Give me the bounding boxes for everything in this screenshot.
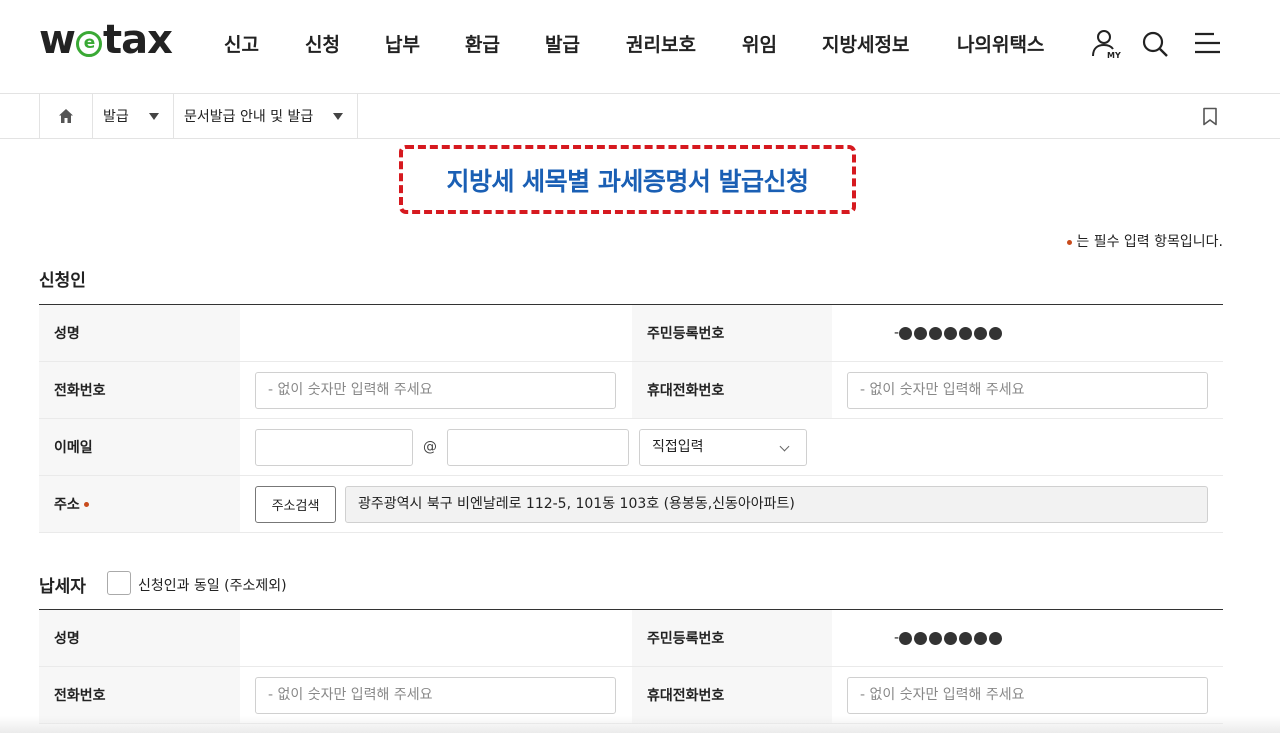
nav-item-report[interactable]: 신고 [224, 30, 259, 57]
phone-field[interactable]: - 없이 숫자만 입력해 주세요 [255, 677, 616, 714]
masked-dots [899, 326, 1003, 340]
mobile-field[interactable]: - 없이 숫자만 입력해 주세요 [847, 677, 1208, 714]
menu-icon[interactable] [1192, 28, 1224, 60]
nav-item-issue[interactable]: 발급 [545, 30, 580, 57]
email-at-sign: @ [423, 439, 437, 455]
mobile-label: 휴대전화번호 [632, 667, 832, 723]
breadcrumb-issue[interactable]: 발급 [93, 94, 174, 138]
name-value [240, 305, 632, 361]
applicant-row-name: 성명 주민등록번호 - [39, 305, 1223, 362]
required-note-text: 는 필수 입력 항목입니다. [1076, 234, 1223, 250]
required-note: 는 필수 입력 항목입니다. [1067, 231, 1223, 251]
breadcrumb-label: 문서발급 안내 및 발급 [184, 109, 314, 125]
address-label: 주소 [54, 497, 80, 513]
rrn-label: 주민등록번호 [632, 305, 832, 361]
applicant-form: 성명 주민등록번호 - 전화번호 - 없이 숫자만 입력해 주세요 휴대전화번호… [39, 304, 1223, 533]
name-label: 성명 [39, 305, 240, 361]
search-icon[interactable] [1139, 28, 1171, 60]
phone-field[interactable]: - 없이 숫자만 입력해 주세요 [255, 372, 616, 409]
email-domain-field[interactable] [447, 429, 629, 466]
name-value [240, 610, 632, 666]
address-search-button[interactable]: 주소검색 [255, 486, 336, 523]
nav-item-refund[interactable]: 환급 [465, 30, 500, 57]
mobile-field[interactable]: - 없이 숫자만 입력해 주세요 [847, 372, 1208, 409]
email-label: 이메일 [39, 419, 240, 475]
chevron-down-icon [779, 441, 790, 452]
required-dot-icon [83, 501, 89, 507]
page-title-box: 지방세 세목별 과세증명서 발급신청 [399, 145, 856, 214]
name-label: 성명 [39, 610, 240, 666]
same-as-applicant-checkbox[interactable] [107, 571, 131, 595]
masked-dots [899, 631, 1003, 645]
bottom-shadow [0, 716, 1280, 733]
dropdown-triangle-icon [333, 113, 343, 120]
applicant-row-phone: 전화번호 - 없이 숫자만 입력해 주세요 휴대전화번호 - 없이 숫자만 입력… [39, 362, 1223, 419]
phone-label: 전화번호 [39, 362, 240, 418]
applicant-section-title: 신청인 [39, 271, 86, 291]
phone-label: 전화번호 [39, 667, 240, 723]
address-field[interactable]: 광주광역시 북구 비엔날레로 112-5, 101동 103호 (용봉동,신동아… [345, 486, 1208, 523]
nav-item-rights[interactable]: 권리보호 [626, 30, 696, 57]
site-header: w e tax 신고 신청 납부 환급 발급 권리보호 위임 지방세정보 나의위택스… [0, 0, 1280, 94]
nav-item-local-tax-info[interactable]: 지방세정보 [822, 30, 909, 57]
address-label-cell: 주소 [39, 476, 240, 532]
nav-item-my-wetax[interactable]: 나의위택스 [957, 30, 1044, 57]
email-domain-select[interactable]: 직접입력 [639, 429, 807, 466]
nav-item-pay[interactable]: 납부 [385, 30, 420, 57]
my-badge: MY [1107, 51, 1121, 60]
taxpayer-form: 성명 주민등록번호 - 전화번호 - 없이 숫자만 입력해 주세요 휴대전화번호… [39, 609, 1223, 724]
breadcrumb-label: 발급 [103, 109, 129, 125]
breadcrumb: 발급 문서발급 안내 및 발급 [0, 94, 1280, 139]
taxpayer-section-title: 납세자 [39, 577, 86, 597]
nav-item-apply[interactable]: 신청 [305, 30, 340, 57]
mobile-label: 휴대전화번호 [632, 362, 832, 418]
email-local-field[interactable] [255, 429, 413, 466]
breadcrumb-document-issue[interactable]: 문서발급 안내 및 발급 [174, 94, 358, 138]
rrn-masked-value: - [894, 325, 1003, 341]
home-icon[interactable] [39, 94, 93, 138]
rrn-label: 주민등록번호 [632, 610, 832, 666]
dropdown-triangle-icon [149, 113, 159, 120]
rrn-masked-value: - [894, 630, 1003, 646]
same-as-applicant-label[interactable]: 신청인과 동일 (주소제외) [138, 575, 287, 595]
taxpayer-row-name: 성명 주민등록번호 - [39, 610, 1223, 667]
page-title: 지방세 세목별 과세증명서 발급신청 [446, 166, 809, 196]
email-domain-select-value: 직접입력 [652, 439, 704, 455]
required-dot-icon [1067, 239, 1073, 245]
user-my-icon[interactable]: MY [1089, 28, 1121, 60]
nav-item-delegate[interactable]: 위임 [742, 30, 777, 57]
applicant-row-address: 주소 주소검색 광주광역시 북구 비엔날레로 112-5, 101동 103호 … [39, 476, 1223, 533]
bookmark-icon[interactable] [1202, 107, 1218, 126]
applicant-row-email: 이메일 @ 직접입력 [39, 419, 1223, 476]
global-nav: 신고 신청 납부 환급 발급 권리보호 위임 지방세정보 나의위택스 [0, 30, 1280, 58]
